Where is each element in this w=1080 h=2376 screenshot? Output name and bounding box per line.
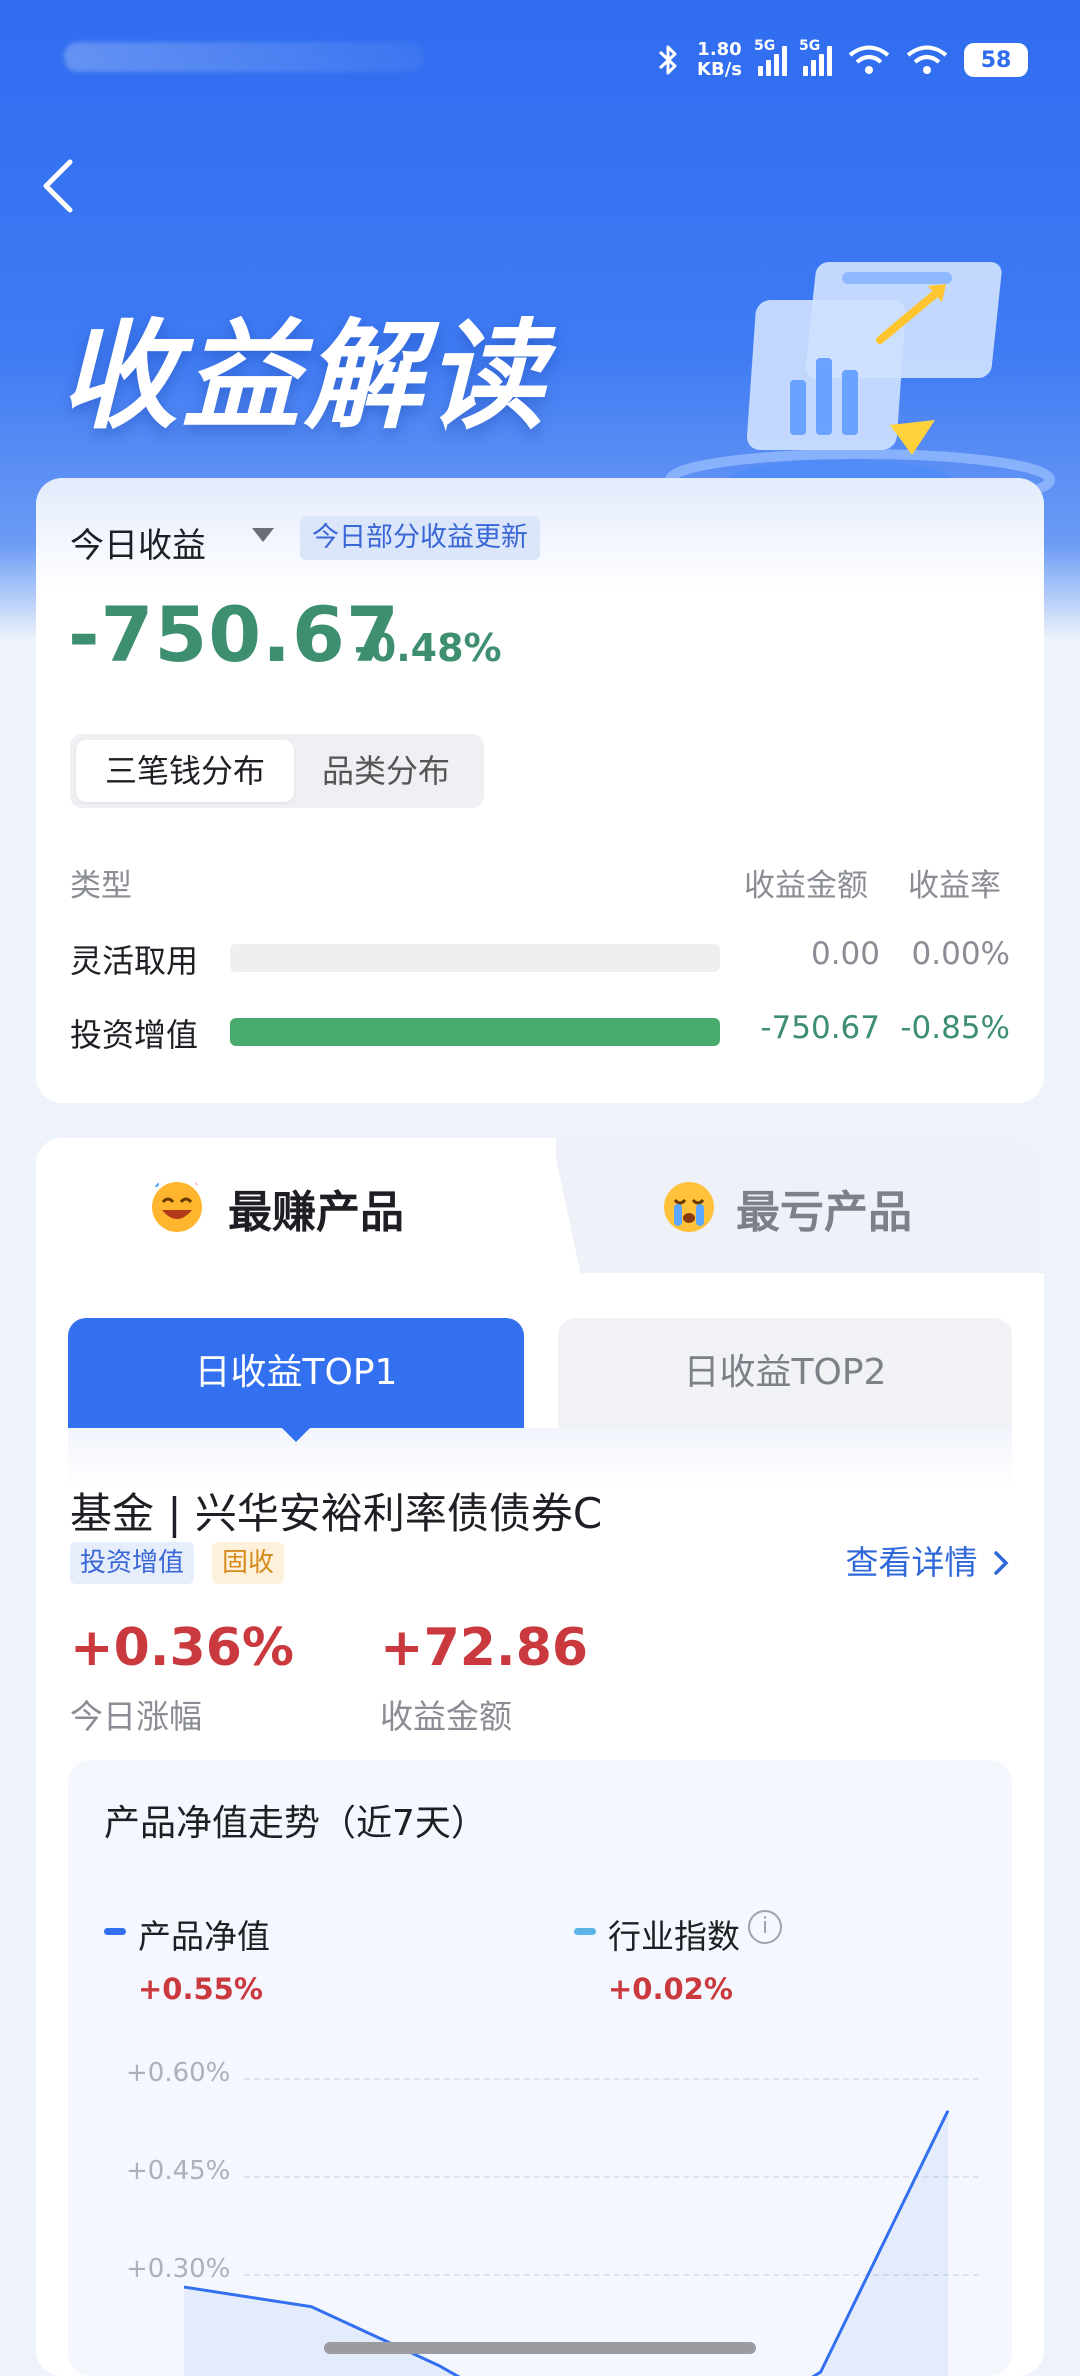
col-header-rate: 收益率 bbox=[908, 868, 1001, 904]
col-header-amount: 收益金额 bbox=[744, 868, 868, 904]
progress-track bbox=[230, 944, 720, 972]
tab-best-label[interactable]: 最赚产品 bbox=[228, 1176, 404, 1240]
today-change-value: +0.36% bbox=[70, 1618, 294, 1678]
home-indicator[interactable] bbox=[324, 2342, 756, 2354]
tab-shadow bbox=[68, 1428, 1012, 1488]
chart-illustration-icon bbox=[665, 262, 1055, 510]
status-icons: 1.80 KB/s 5G 5G 58 bbox=[655, 36, 1028, 84]
wifi-icon bbox=[906, 45, 948, 74]
tab-top2[interactable]: 日收益TOP2 bbox=[558, 1318, 1012, 1428]
row-amount: -750.67 bbox=[760, 1010, 880, 1046]
tab-three-pots[interactable]: 三笔钱分布 bbox=[76, 740, 294, 802]
earnings-label: 收益金额 bbox=[380, 1697, 512, 1736]
caret-down-icon[interactable] bbox=[252, 528, 274, 542]
notification-icons bbox=[64, 42, 424, 72]
progress-fill bbox=[230, 1018, 720, 1046]
row-label: 投资增值 bbox=[70, 1016, 199, 1054]
earnings-period-label[interactable]: 今日收益 bbox=[70, 518, 206, 567]
row-rate: 0.00% bbox=[911, 936, 1010, 972]
wifi-icon bbox=[848, 45, 890, 74]
today-earnings-card: 今日收益 今日部分收益更新 -750.67 -0.48% 三笔钱分布 品类分布 … bbox=[36, 478, 1044, 1103]
row-rate: -0.85% bbox=[900, 1010, 1010, 1046]
earnings-percent: -0.48% bbox=[354, 626, 502, 670]
earnings-value: +72.86 bbox=[380, 1618, 589, 1678]
crying-emoji-icon bbox=[664, 1182, 714, 1232]
bluetooth-icon bbox=[659, 45, 677, 75]
col-header-type: 类型 bbox=[70, 868, 132, 904]
network-speed: 1.80 KB/s bbox=[697, 39, 742, 80]
tab-top1[interactable]: 日收益TOP1 bbox=[68, 1318, 524, 1428]
earnings-amount: -750.67 bbox=[68, 590, 400, 679]
tag-fixed-income: 固收 bbox=[212, 1542, 285, 1584]
laughing-emoji-icon bbox=[152, 1179, 202, 1232]
update-badge: 今日部分收益更新 bbox=[300, 516, 540, 560]
today-change-label: 今日涨幅 bbox=[70, 1697, 202, 1736]
chart-plot-area bbox=[183, 2110, 950, 2376]
fund-name: 基金 | 兴华安裕利率债债券C bbox=[70, 1489, 603, 1538]
chevron-right-icon bbox=[994, 1551, 1009, 1575]
cellular-signal-1: 5G bbox=[754, 38, 787, 76]
battery-indicator: 58 bbox=[964, 43, 1028, 77]
tag-invest: 投资增值 bbox=[70, 1542, 195, 1584]
products-card: 最赚产品 最亏产品 日收益TOP1 日收益TOP2 基金 | 兴华安裕利率债债券… bbox=[36, 1138, 1044, 2376]
view-details-label: 查看详情 bbox=[845, 1543, 978, 1582]
row-amount: 0.00 bbox=[810, 936, 880, 972]
status-bar: 1.80 KB/s 5G 5G 58 bbox=[0, 0, 1080, 120]
tab-worst-label[interactable]: 最亏产品 bbox=[736, 1176, 912, 1240]
back-arrow-icon[interactable] bbox=[36, 156, 86, 216]
series-area-nav bbox=[184, 2110, 948, 2376]
nav-trend-chart: 产品净值走势（近7天） 产品净值 +0.55% 行业指数 i +0.02% +0… bbox=[68, 1760, 1012, 2376]
page-title: 收益解读 bbox=[60, 307, 549, 445]
view-details-link[interactable]: 查看详情 bbox=[846, 1536, 1011, 1584]
row-label: 灵活取用 bbox=[70, 942, 199, 980]
tab-category[interactable]: 品类分布 bbox=[296, 740, 476, 802]
progress-track bbox=[230, 1018, 720, 1046]
cellular-signal-2: 5G bbox=[799, 38, 832, 76]
distribution-segmented-control: 三笔钱分布 品类分布 bbox=[70, 734, 484, 808]
tab-pointer bbox=[280, 1426, 312, 1442]
